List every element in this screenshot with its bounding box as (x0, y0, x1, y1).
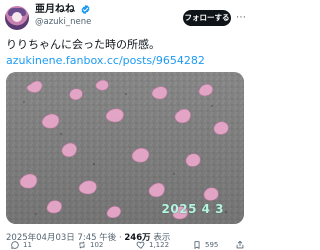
tweet-link[interactable]: azukinene.fanbox.cc/posts/9654282 (6, 54, 246, 68)
verified-badge-icon (81, 4, 90, 15)
handle[interactable]: @azuki_nene (35, 17, 91, 28)
reply-icon (11, 241, 19, 249)
like-count: 1,122 (149, 241, 170, 249)
photo-date-stamp: 2025 4 3 (161, 202, 224, 216)
display-name[interactable]: 亜月ねね (35, 4, 75, 16)
bookmark-icon (194, 241, 200, 249)
retweet-action[interactable]: 102 (77, 240, 103, 250)
avatar[interactable] (5, 6, 29, 30)
reply-count: 11 (23, 241, 32, 249)
like-action[interactable]: 1,122 (136, 240, 169, 250)
tweet-actions: 11 102 1,122 595 (0, 240, 250, 250)
share-action[interactable] (235, 240, 245, 250)
bookmark-action[interactable]: 595 (192, 240, 218, 250)
share-icon (236, 240, 244, 249)
reply-action[interactable]: 11 (10, 240, 32, 250)
retweet-icon (79, 241, 85, 249)
heart-icon (136, 241, 145, 249)
retweet-count: 102 (90, 241, 104, 249)
tweet-header: 亜月ねね @azuki_nene フォローする ⋯ (0, 0, 250, 36)
avatar-face (12, 12, 22, 22)
tweet-text: りりちゃんに会った時の所感。 (6, 38, 160, 51)
tweet-media[interactable]: 2025 4 3 (6, 72, 244, 224)
more-icon[interactable]: ⋯ (236, 12, 246, 24)
follow-button[interactable]: フォローする (183, 10, 231, 26)
bookmark-count: 595 (205, 241, 219, 249)
